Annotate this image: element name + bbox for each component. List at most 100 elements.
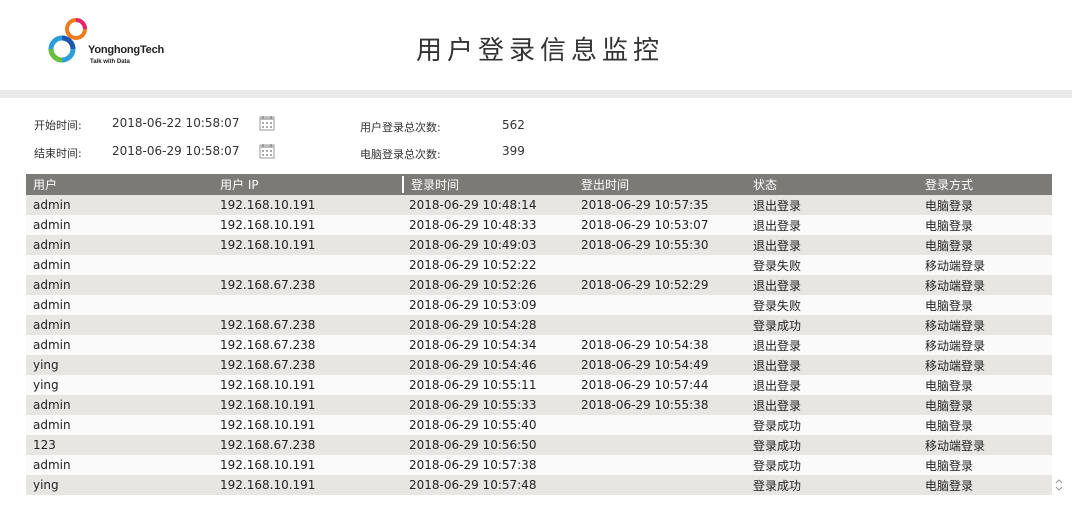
cell-ip: 192.168.67.238 [220,358,316,372]
cell-login-method: 电脑登录 [925,238,974,253]
cell-logout-time: 2018-06-29 10:54:49 [581,358,709,372]
cell-ip: 192.168.67.238 [220,338,316,352]
cell-logout-time: 2018-06-29 10:54:38 [581,338,709,352]
start-time-field[interactable]: 2018-06-22 10:58:07 [112,116,239,130]
cell-login-method: 电脑登录 [925,478,974,493]
cell-status: 退出登录 [753,398,802,413]
cell-ip: 192.168.67.238 [220,438,316,452]
cell-login-method: 电脑登录 [925,458,974,473]
table-row[interactable]: admin 192.168.10.191 2018-06-29 10:48:14 20… [26,195,1052,215]
cell-ip: 192.168.10.191 [220,198,316,212]
cell-login-time: 2018-06-29 10:53:09 [409,298,537,312]
cell-ip: 192.168.10.191 [220,478,316,492]
cell-status: 登录成功 [753,438,802,453]
cell-status: 登录失败 [753,258,802,273]
cell-status: 退出登录 [753,198,802,213]
cell-login-time: 2018-06-29 10:48:33 [409,218,537,232]
table-row[interactable]: admin 192.168.10.191 2018-06-29 10:55:33 20… [26,395,1052,415]
cell-login-method: 移动端登录 [925,258,986,273]
table-row[interactable]: admin 192.168.10.191 2018-06-29 10:55:40 登录… [26,415,1052,435]
page-title: 用户登录信息监控 [415,36,664,66]
cell-status: 退出登录 [753,378,802,393]
cell-user: admin [33,198,71,212]
cell-status: 退出登录 [753,278,802,293]
start-time-label: 开始时间: [34,119,82,132]
cell-login-time: 2018-06-29 10:52:22 [409,258,537,272]
cell-login-time: 2018-06-29 10:55:11 [409,378,537,392]
table-row[interactable]: admin 192.168.67.238 2018-06-29 10:54:28 登录… [26,315,1052,335]
table-row[interactable]: ying 192.168.10.191 2018-06-29 10:57:48 登录成… [26,475,1052,495]
cell-login-time: 2018-06-29 10:52:26 [409,278,537,292]
column-header-login-time[interactable]: 登录时间 [402,176,574,193]
calendar-icon[interactable] [259,115,275,131]
cell-login-method: 移动端登录 [925,318,986,333]
cell-login-method: 移动端登录 [925,438,986,453]
cell-ip: 192.168.10.191 [220,418,316,432]
table-row[interactable]: admin 192.168.67.238 2018-06-29 10:52:26 20… [26,275,1052,295]
end-time-label: 结束时间: [34,147,82,160]
cell-logout-time: 2018-06-29 10:53:07 [581,218,709,232]
column-header-logout-time[interactable]: 登出时间 [574,176,746,193]
cell-status: 登录成功 [753,478,802,493]
cell-login-method: 电脑登录 [925,418,974,433]
cell-user: admin [33,318,71,332]
cell-ip: 192.168.10.191 [220,218,316,232]
table-row[interactable]: admin 2018-06-29 10:52:22 登录失败 移动端登录 [26,255,1052,275]
cell-login-time: 2018-06-29 10:57:48 [409,478,537,492]
column-header-login-method[interactable]: 登录方式 [918,176,1052,193]
cell-logout-time: 2018-06-29 10:55:38 [581,398,709,412]
column-header-user[interactable]: 用户 [26,176,213,193]
cell-login-method: 电脑登录 [925,398,974,413]
cell-login-method: 电脑登录 [925,378,974,393]
cell-ip: 192.168.67.238 [220,278,316,292]
cell-user: admin [33,278,71,292]
table-row[interactable]: admin 192.168.10.191 2018-06-29 10:48:33 20… [26,215,1052,235]
cell-user: ying [33,478,59,492]
pc-login-value: 399 [502,144,525,158]
table-row[interactable]: ying 192.168.67.238 2018-06-29 10:54:46 201… [26,355,1052,375]
cell-login-method: 电脑登录 [925,298,974,313]
table-row[interactable]: admin 192.168.10.191 2018-06-29 10:49:03 20… [26,235,1052,255]
cell-logout-time: 2018-06-29 10:57:44 [581,378,709,392]
total-login-label: 用户登录总次数: [360,121,441,134]
cell-status: 退出登录 [753,358,802,373]
cell-status: 退出登录 [753,238,802,253]
cell-status: 登录成功 [753,418,802,433]
cell-user: ying [33,378,59,392]
cell-login-time: 2018-06-29 10:56:50 [409,438,537,452]
cell-user: admin [33,218,71,232]
scroll-arrows-icon[interactable] [1054,478,1064,492]
column-header-status[interactable]: 状态 [746,176,918,193]
cell-login-method: 电脑登录 [925,218,974,233]
table-row[interactable]: 123 192.168.67.238 2018-06-29 10:56:50 登录成功… [26,435,1052,455]
cell-user: admin [33,338,71,352]
cell-logout-time: 2018-06-29 10:55:30 [581,238,709,252]
table-header: 用户 用户 IP 登录时间 登出时间 状态 登录方式 [26,174,1052,195]
cell-status: 登录失败 [753,298,802,313]
cell-status: 登录成功 [753,318,802,333]
cell-user: admin [33,298,71,312]
cell-login-method: 移动端登录 [925,278,986,293]
cell-login-time: 2018-06-29 10:55:33 [409,398,537,412]
cell-logout-time: 2018-06-29 10:52:29 [581,278,709,292]
cell-login-time: 2018-06-29 10:55:40 [409,418,537,432]
table-row[interactable]: admin 192.168.10.191 2018-06-29 10:57:38 登录… [26,455,1052,475]
cell-status: 退出登录 [753,338,802,353]
end-time-field[interactable]: 2018-06-29 10:58:07 [112,144,239,158]
filter-panel: 开始时间: 2018-06-22 10:58:07 结束时间: 2018-06-… [0,98,1072,172]
cell-ip: 192.168.10.191 [220,398,316,412]
cell-status: 登录成功 [753,458,802,473]
table-row[interactable]: admin 192.168.67.238 2018-06-29 10:54:34 20… [26,335,1052,355]
cell-login-time: 2018-06-29 10:49:03 [409,238,537,252]
cell-login-time: 2018-06-29 10:54:46 [409,358,537,372]
cell-login-time: 2018-06-29 10:54:28 [409,318,537,332]
table-row[interactable]: ying 192.168.10.191 2018-06-29 10:55:11 201… [26,375,1052,395]
login-table: 用户 用户 IP 登录时间 登出时间 状态 登录方式 admin 192.168.… [26,174,1052,495]
cell-login-method: 移动端登录 [925,358,986,373]
column-header-ip[interactable]: 用户 IP [213,176,402,193]
cell-user: admin [33,418,71,432]
calendar-icon[interactable] [259,143,275,159]
table-row[interactable]: admin 2018-06-29 10:53:09 登录失败 电脑登录 [26,295,1052,315]
table-body: admin 192.168.10.191 2018-06-29 10:48:14 20… [26,195,1052,495]
cell-login-time: 2018-06-29 10:57:38 [409,458,537,472]
